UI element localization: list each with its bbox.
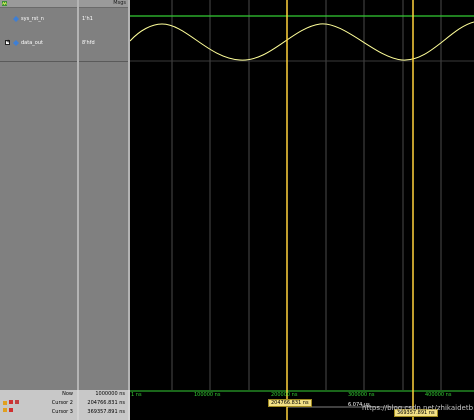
value-row: 1'h1 — [79, 13, 128, 25]
value-row: 8'hfd — [79, 37, 128, 49]
cursor-2-value: 204766.831 ns — [87, 400, 125, 406]
tick-label: 100000 ns — [194, 392, 221, 398]
waveform-canvas[interactable] — [130, 0, 474, 390]
cursor-status-area: Now Cursor 2 Cursor 3 1000000 ns 204766.… — [0, 390, 474, 420]
signal-names-pane[interactable]: sys_rst_n + data_out — [0, 0, 77, 390]
cursor-2-flag[interactable]: 204766.831 ns — [268, 399, 312, 407]
signal-values-pane[interactable]: Msgs 1'h1 8'hfd — [79, 0, 128, 390]
signal-row-sys-rst-n[interactable]: sys_rst_n — [0, 13, 77, 25]
msgs-label: Msgs — [113, 0, 126, 6]
signal-diamond-icon — [13, 40, 19, 46]
signal-row-data-out[interactable]: + data_out — [0, 37, 77, 49]
data-out-trace — [130, 21, 474, 61]
tick-label: 400000 ns — [425, 392, 452, 398]
wave-window: sys_rst_n + data_out Msgs 1'h1 8'hfd Now… — [0, 0, 474, 420]
names-column-header — [0, 0, 77, 8]
cursor-icon[interactable] — [2, 407, 22, 413]
signal-name: sys_rst_n — [21, 16, 44, 22]
now-value: 1000000 ns — [95, 391, 125, 397]
row-divider — [0, 61, 77, 62]
cursor-3-value: 369357.891 ns — [87, 409, 125, 415]
signal-name: data_out — [21, 40, 43, 46]
signal-value: 1'h1 — [82, 16, 93, 22]
wave-icon[interactable] — [2, 1, 7, 6]
watermark-text: https://blog.csdn.net/zhikaidetb — [362, 404, 474, 412]
tick-label: 200000 ns — [271, 392, 298, 398]
cursor-2-label[interactable]: Cursor 2 — [52, 400, 73, 406]
grid-lines — [171, 0, 442, 390]
lock-icon[interactable] — [2, 399, 22, 405]
values-column-header: Msgs — [79, 0, 128, 8]
signal-diamond-icon — [13, 16, 19, 22]
plus-expand-icon[interactable]: + — [5, 40, 10, 45]
cursor-3-label[interactable]: Cursor 3 — [52, 409, 73, 415]
waveform-pane[interactable] — [130, 0, 474, 390]
row-divider — [79, 61, 128, 62]
signal-value: 8'hfd — [82, 40, 95, 46]
now-label: Now — [62, 391, 73, 397]
cursor-names-column: Now Cursor 2 Cursor 3 — [0, 390, 77, 420]
tick-label: 300000 ns — [348, 392, 375, 398]
tick-label: 1 ns — [131, 392, 142, 398]
cursor-values-column: 1000000 ns 204766.831 ns 369357.891 ns — [79, 390, 128, 420]
